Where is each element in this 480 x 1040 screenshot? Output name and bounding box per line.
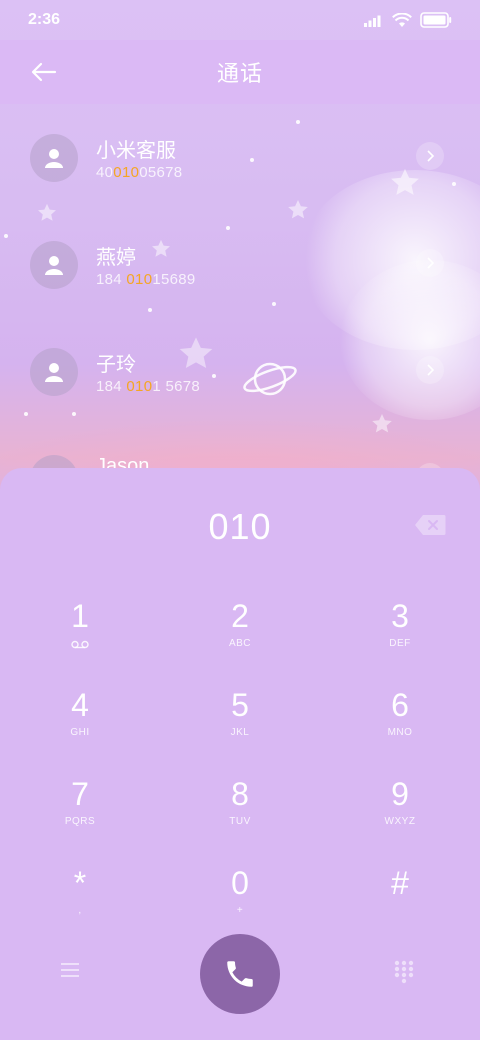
keypad-toggle-button[interactable] [394, 960, 420, 988]
menu-icon [61, 963, 79, 977]
number-match: 010 [126, 271, 153, 288]
key-letters: , [78, 905, 82, 916]
contact-name: 小米客服 [96, 140, 176, 162]
battery-icon [420, 12, 452, 28]
key-digit: * [73, 865, 87, 901]
key-letters: MNO [387, 727, 413, 738]
back-button[interactable] [28, 56, 60, 88]
key-letters: DEF [389, 638, 411, 649]
dialpad-bottom-bar [0, 934, 480, 1014]
avatar [30, 348, 78, 396]
chevron-right-icon [427, 257, 435, 269]
status-bar: 2:36 [0, 0, 480, 40]
key-digit: 2 [231, 598, 249, 634]
call-button[interactable] [200, 934, 280, 1014]
dial-key-1[interactable]: 1 [20, 586, 140, 666]
voicemail-icon [71, 640, 89, 649]
person-icon [45, 149, 63, 168]
key-digit: 5 [231, 687, 249, 723]
contact-name: 燕婷 [96, 247, 136, 269]
key-letters: ABC [228, 638, 252, 649]
contact-number: 184 01015689 [96, 271, 196, 288]
person-icon [45, 363, 63, 382]
contact-number: 4001005678 [96, 164, 183, 181]
dial-key-star[interactable]: * , [20, 853, 140, 933]
dial-key-4[interactable]: 4 GHI [20, 675, 140, 755]
key-digit: 4 [71, 687, 89, 723]
dial-key-6[interactable]: 6 MNO [340, 675, 460, 755]
arrow-left-icon [31, 62, 57, 82]
person-icon [45, 256, 63, 275]
number-match: 010 [113, 164, 140, 181]
chevron-right-icon [427, 150, 435, 162]
dial-key-9[interactable]: 9 WXYZ [340, 764, 460, 844]
dial-key-7[interactable]: 7 PQRS [20, 764, 140, 844]
contact-detail-button[interactable] [416, 142, 444, 170]
dial-key-2[interactable]: 2 ABC [180, 586, 300, 666]
key-digit: 0 [231, 865, 249, 901]
contact-detail-button[interactable] [416, 249, 444, 277]
app-header: 通话 [0, 40, 480, 104]
key-digit: 8 [231, 776, 249, 812]
dial-key-3[interactable]: 3 DEF [340, 586, 460, 666]
key-digit: 7 [71, 776, 89, 812]
key-letters: TUV [229, 816, 251, 827]
dial-input[interactable]: 010 [0, 506, 480, 548]
key-letters: + [236, 905, 244, 916]
key-digit: 6 [391, 687, 409, 723]
key-letters: GHI [70, 727, 90, 738]
dial-key-0[interactable]: 0 + [180, 853, 300, 933]
key-letters: JKL [230, 727, 250, 738]
key-digit: 3 [391, 598, 409, 634]
contact-item[interactable]: 燕婷 184 01015689 [0, 211, 480, 311]
contact-name: 子玲 [96, 354, 136, 376]
avatar [30, 241, 78, 289]
chevron-right-icon [427, 364, 435, 376]
contact-number: 184 0101 5678 [96, 378, 201, 395]
avatar [30, 134, 78, 182]
keypad-icon [394, 960, 414, 984]
key-letters: PQRS [64, 816, 96, 827]
dial-key-5[interactable]: 5 JKL [180, 675, 300, 755]
dial-key-hash[interactable]: # [340, 853, 460, 933]
menu-button[interactable] [60, 962, 88, 986]
page-title: 通话 [216, 61, 263, 86]
number-match: 010 [126, 378, 153, 395]
dialpad-panel: 010 1 2 ABC 3 DEF 4 GHI 5 JKL 6 MNO 7 PQ… [0, 468, 480, 1040]
dial-key-8[interactable]: 8 TUV [180, 764, 300, 844]
backspace-icon [415, 515, 446, 535]
key-digit: 1 [71, 598, 89, 634]
key-letters: WXYZ [384, 816, 416, 827]
backspace-button[interactable] [414, 514, 446, 536]
phone-icon [227, 961, 253, 987]
contact-detail-button[interactable] [416, 356, 444, 384]
status-icons [364, 12, 452, 28]
key-digit: 9 [391, 776, 409, 812]
signal-icon [364, 15, 381, 27]
key-digit: # [391, 865, 409, 901]
contact-item[interactable]: 小米客服 4001005678 [0, 104, 480, 204]
status-time: 2:36 [28, 11, 61, 28]
wifi-icon [392, 12, 412, 27]
contact-item[interactable]: 子玲 184 0101 5678 [0, 318, 480, 418]
